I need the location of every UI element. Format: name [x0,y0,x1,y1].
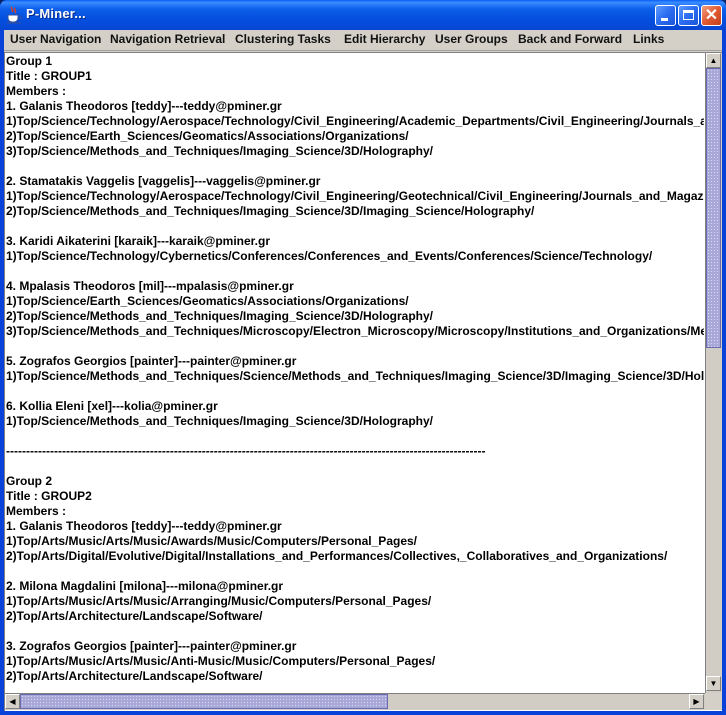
arrow-up-icon: ▲ [709,56,718,65]
menu-back-and-forward[interactable]: Back and Forward [518,32,622,46]
text-line: 1. Galanis Theodoros [teddy]---teddy@pmi… [6,99,282,113]
text-line: 3)Top/Science/Methods_and_Techniques/Ima… [6,144,433,158]
horizontal-scroll-thumb[interactable] [20,694,388,709]
text-line: Title : GROUP2 [6,489,92,503]
text-line: 3. Zografos Georgios [painter]---painter… [6,639,297,653]
text-line: ----------------------------------------… [6,444,486,458]
menu-clustering-tasks[interactable]: Clustering Tasks [235,32,331,46]
text-line: 1. Galanis Theodoros [teddy]---teddy@pmi… [6,519,282,533]
scroll-up-button[interactable]: ▲ [706,53,721,68]
text-line: 1)Top/Arts/Music/Arts/Music/Arranging/Mu… [6,594,432,608]
arrow-left-icon: ◀ [9,697,16,706]
maximize-button[interactable] [678,5,699,26]
scrollbar-corner [705,693,722,710]
text-line: 2)Top/Science/Methods_and_Techniques/Ima… [6,204,535,218]
groups-scroll-pane: Group 1 Title : GROUP1 Members :1. Galanis… [4,52,722,711]
text-line [6,264,704,279]
arrow-right-icon: ▶ [693,697,700,706]
text-line: 1)Top/Arts/Music/Arts/Music/Anti-Music/M… [6,654,436,668]
menu-navigation-retrieval[interactable]: Navigation Retrieval [110,32,225,46]
text-line: 1)Top/Science/Earth_Sciences/Geomatics/A… [6,294,409,308]
text-line: 2. Stamatakis Vaggelis [vaggelis]---vagg… [6,174,321,188]
text-line: 2)Top/Arts/Digital/Evolutive/Digital/Ins… [6,549,668,563]
groups-text-area[interactable]: Group 1 Title : GROUP1 Members :1. Galanis… [6,54,704,692]
minimize-button[interactable] [655,5,676,26]
text-line: 3)Top/Science/Methods_and_Techniques/Mic… [6,324,704,338]
menu-links[interactable]: Links [633,32,664,46]
text-line [6,624,704,639]
vertical-scroll-thumb[interactable] [706,68,721,348]
text-line: 2)Top/Science/Earth_Sciences/Geomatics/A… [6,129,409,143]
text-line [6,564,704,579]
text-line: Members : [6,84,67,98]
groups-text: Group 1 Title : GROUP1 Members :1. Galanis… [6,54,704,684]
text-line: 2)Top/Arts/Architecture/Landscape/Softwa… [6,669,263,683]
client-area: User Navigation Navigation Retrieval Clu… [4,30,722,711]
text-line: Group 2 [6,474,53,488]
text-line: 2. Milona Magdalini [milona]---milona@pm… [6,579,284,593]
text-line [6,159,704,174]
scroll-left-button[interactable]: ◀ [5,694,20,709]
arrow-down-icon: ▼ [709,679,718,688]
text-line: 6. Kollia Eleni [xel]---kolia@pminer.gr [6,399,218,413]
text-line: 1)Top/Science/Methods_and_Techniques/Sci… [6,369,704,383]
text-line: 3. Karidi Aikaterini [karaik]---karaik@p… [6,234,271,248]
menu-user-navigation[interactable]: User Navigation [10,32,101,46]
text-line [6,219,704,234]
title-bar[interactable]: P-Miner... ✕ [0,0,726,30]
close-button[interactable]: ✕ [701,5,722,26]
text-line: 1)Top/Science/Methods_and_Techniques/Ima… [6,414,433,428]
java-coffee-cup-icon [7,6,22,24]
vertical-scrollbar[interactable]: ▲ ▼ [705,53,722,693]
close-icon: ✕ [704,7,719,24]
window-title: P-Miner... [26,6,86,21]
text-line: 2)Top/Arts/Architecture/Landscape/Softwa… [6,609,263,623]
text-line: 1)Top/Science/Technology/Cybernetics/Con… [6,249,653,263]
text-line: 1)Top/Arts/Music/Arts/Music/Awards/Music… [6,534,417,548]
app-window: P-Miner... ✕ User Navigation Navigation … [0,0,726,715]
maximize-icon [683,10,694,20]
text-line: 4. Mpalasis Theodoros [mil]---mpalasis@p… [6,279,294,293]
text-line: 2)Top/Science/Methods_and_Techniques/Ima… [6,309,433,323]
menu-bar: User Navigation Navigation Retrieval Clu… [4,30,722,51]
text-line [6,384,704,399]
text-line: 1)Top/Science/Technology/Aerospace/Techn… [6,189,704,203]
menu-edit-hierarchy[interactable]: Edit Hierarchy [344,32,425,46]
text-line: Group 1 [6,54,53,68]
text-line [6,429,704,444]
horizontal-scrollbar[interactable]: ◀ ▶ [5,693,705,710]
text-line [6,339,704,354]
menu-user-groups[interactable]: User Groups [435,32,508,46]
scroll-right-button[interactable]: ▶ [689,694,704,709]
text-line: 5. Zografos Georgios [painter]---painter… [6,354,297,368]
scroll-down-button[interactable]: ▼ [706,676,721,691]
text-line: 1)Top/Science/Technology/Aerospace/Techn… [6,114,704,128]
text-line: Members : [6,504,67,518]
minimize-icon [661,18,668,21]
text-line [6,459,704,474]
text-line: Title : GROUP1 [6,69,92,83]
